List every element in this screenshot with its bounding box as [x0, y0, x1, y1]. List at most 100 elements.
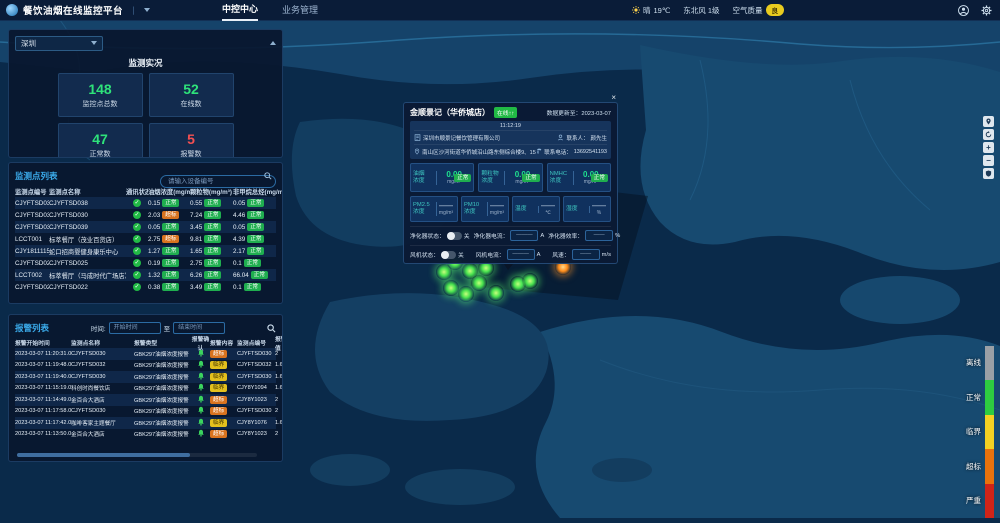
alarm-time: 2023-03-07 11:19:48.0 [15, 362, 71, 368]
gear-icon[interactable] [981, 5, 992, 16]
search-icon[interactable] [264, 172, 272, 180]
table-row[interactable]: CJYFTSD030 CJYFTSD030 ✓ 2.03超标 7.24正常 4.… [15, 209, 276, 221]
metric-card: PM2.5浓度 ——mg/m³ [410, 196, 458, 222]
nmhc-value: 0.05 [233, 200, 245, 207]
legend-swatch [985, 415, 994, 450]
map-point-marker[interactable] [462, 263, 478, 279]
refresh-button[interactable] [983, 129, 994, 140]
table-row[interactable]: 2023-03-07 11:17:58.0 CJYFTSD030 GBK297油… [15, 406, 276, 418]
to-label: 至 [164, 323, 171, 333]
collapse-panel-icon[interactable] [270, 41, 276, 45]
alarm-point-name: CJYFTSD032 [71, 362, 134, 368]
purifier-toggle[interactable] [447, 232, 462, 240]
table-row[interactable]: 2023-03-07 11:17:42.0 咖啡客家主题餐厅 GBK297油烟浓… [15, 417, 276, 429]
alarm-value: 1.6 [275, 385, 283, 391]
alarm-bell-icon[interactable] [197, 372, 205, 380]
fan-state-value: 关 [458, 250, 464, 259]
map-point-marker[interactable] [488, 285, 504, 301]
table-row[interactable]: CJYFTSD038 CJYFTSD038 ✓ 0.15正常 0.55正常 0.… [15, 197, 276, 209]
metric-label-2: 浓度 [464, 209, 485, 216]
col-alarm-type: 报警类型 [134, 338, 191, 347]
aqi-label: 空气质量 [733, 5, 763, 16]
table-row[interactable]: LCCT001 标萃餐厅（茂业百货店） ✓ 2.75超标 9.81正常 4.39… [15, 233, 276, 245]
alarm-bell-icon[interactable] [197, 406, 205, 414]
nmhc-status-badge: 正常 [244, 259, 261, 267]
alarm-value: 1.6 [275, 374, 283, 380]
smoke-value: 0.15 [148, 200, 160, 207]
alarm-bell-icon[interactable] [197, 418, 205, 426]
map-point-marker[interactable] [458, 286, 474, 302]
alarm-bell-icon[interactable] [197, 360, 205, 368]
point-name: 蛇口招商婴健身康乐中心 [49, 247, 126, 256]
metric-label-1: PM10 [464, 202, 485, 209]
smoke-status-badge: 超标 [162, 211, 179, 219]
table-row[interactable]: CJY1811115 蛇口招商婴健身康乐中心 ✓ 1.27正常 1.65正常 2… [15, 245, 276, 257]
legend-label: 临界 [966, 426, 981, 437]
stat-card: 148 监控点总数 [58, 73, 143, 117]
tab-business-mgmt[interactable]: 业务管理 [282, 0, 318, 20]
metric-card: PM10浓度 ——mg/m³ [461, 196, 509, 222]
end-time-input[interactable] [173, 322, 225, 334]
map-point-marker[interactable] [522, 273, 538, 289]
locate-button[interactable] [983, 116, 994, 127]
comm-ok-icon: ✓ [133, 259, 141, 267]
nmhc-value: 0.1 [233, 260, 242, 267]
close-icon[interactable]: × [611, 93, 616, 102]
phone-label: 联系电话： [544, 148, 572, 156]
fan-toggle[interactable] [441, 251, 456, 259]
legend-swatch [985, 449, 994, 484]
stat-value: 148 [88, 81, 111, 97]
table-row[interactable]: 2023-03-07 11:15:19.0 科创时尚餐饮店 GBK297油烟浓度… [15, 383, 276, 395]
point-name: CJYFTSD039 [49, 224, 126, 231]
gauge-label-1: 颗粒物 [481, 171, 502, 178]
alarm-time: 2023-03-07 11:14:49.0 [15, 397, 71, 403]
company-name: 深圳市顺景记餐饮管理有限公司 [423, 134, 500, 142]
alarm-bell-icon[interactable] [197, 429, 205, 437]
fan-current-value: ——— [507, 249, 535, 260]
fan-current-label: 风机电流： [476, 250, 505, 259]
smoke-status-badge: 正常 [162, 283, 179, 291]
metric-value: —— [590, 203, 608, 210]
alarm-bell-icon[interactable] [197, 395, 205, 403]
wind-speed-value: —— [572, 249, 600, 260]
alarm-content-badge: 临界 [210, 419, 227, 427]
alarm-bell-icon[interactable] [197, 349, 205, 357]
address-text: 南山区沙河街道华侨城沿山路东侧综合楼9、15 [422, 148, 536, 156]
city-select[interactable]: 深圳 [15, 36, 103, 51]
smoke-status-badge: 正常 [162, 199, 179, 207]
map-point-marker[interactable] [436, 264, 452, 280]
zoom-in-button[interactable]: + [983, 142, 994, 153]
alarm-bell-icon[interactable] [197, 383, 205, 391]
table-row[interactable]: CJYFTSD039 CJYFTSD039 ✓ 0.05正常 3.45正常 0.… [15, 221, 276, 233]
gauge-cards: 油烟浓度 0.00mg/m³ 正常 颗粒物浓度 0.00mg/m³ 正常 NMH… [410, 163, 611, 192]
nmhc-value: 66.04 [233, 272, 249, 279]
user-icon[interactable] [958, 5, 969, 16]
alarm-point-name: 科创时尚餐饮店 [71, 384, 134, 392]
legend-item: 离线 [966, 346, 994, 381]
table-row[interactable]: LCCT002 标萃餐厅（马成时代广场店） ✓ 1.32正常 6.26正常 66… [15, 269, 276, 281]
table-row[interactable]: CJYFTSD022 CJYFTSD022 ✓ 0.38正常 3.49正常 0.… [15, 281, 276, 293]
popup-title: 金顺景记（华侨城店） [410, 107, 490, 118]
device-search-input[interactable] [160, 175, 276, 188]
nmhc-value: 4.46 [233, 212, 245, 219]
table-row[interactable]: 2023-03-07 11:19:40.0 CJYFTSD030 GBK297油… [15, 371, 276, 383]
chevron-down-icon[interactable] [144, 8, 150, 12]
stat-cards: 148 监控点总数 52 在线数 47 正常数 5 报警数 96 离线数 3 超… [15, 73, 276, 158]
table-row[interactable]: 2023-03-07 11:14:49.0 金百合大酒店 GBK297油烟浓度报… [15, 394, 276, 406]
start-time-input[interactable] [109, 322, 161, 334]
table-row[interactable]: 2023-03-07 11:13:50.0 金百合大酒店 GBK297油烟浓度报… [15, 429, 276, 441]
col-point-id: 监测点编号 [15, 187, 49, 196]
table-row[interactable]: 2023-03-07 11:20:31.0 CJYFTSD030 GBK297油… [15, 348, 276, 360]
horizontal-scrollbar[interactable] [17, 453, 257, 457]
map-point-marker[interactable] [443, 280, 459, 296]
zoom-out-button[interactable]: − [983, 155, 994, 166]
metric-label-1: 湿度 [566, 206, 587, 213]
layers-button[interactable] [983, 168, 994, 179]
scrollbar-thumb[interactable] [17, 453, 190, 457]
table-row[interactable]: CJYFTSD025 CJYFTSD025 ✓ 0.19正常 2.75正常 0.… [15, 257, 276, 269]
table-row[interactable]: 2023-03-07 11:19:48.0 CJYFTSD032 GBK297油… [15, 360, 276, 372]
tab-control-center[interactable]: 中控中心 [222, 0, 258, 21]
alarm-type: GBK297油烟浓度报警 [134, 419, 191, 427]
search-icon[interactable] [267, 324, 276, 333]
metric-value: —— [539, 203, 557, 210]
